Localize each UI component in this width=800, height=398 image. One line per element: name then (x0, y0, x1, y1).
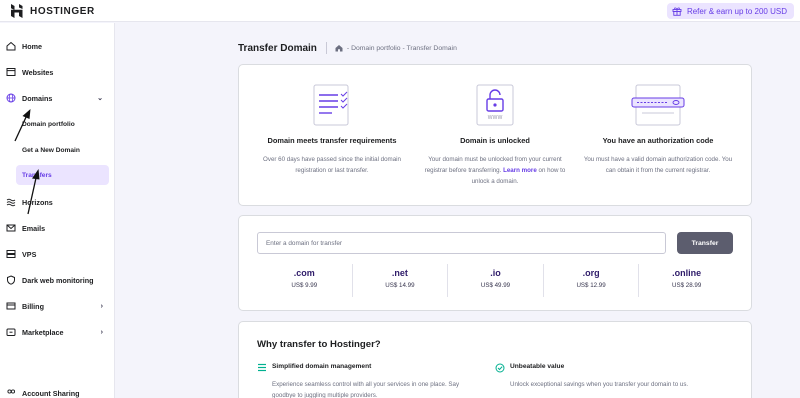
check-badge-icon (495, 363, 505, 373)
tld-price-list: .com US$ 9.99 .net US$ 14.99 .io US$ 49.… (257, 264, 734, 297)
breadcrumb-trail[interactable]: - Domain portfolio - Transfer Domain (347, 45, 457, 52)
requirement-description: You must have a valid domain authorizati… (583, 156, 733, 174)
brand-name: HOSTINGER (30, 5, 95, 17)
refer-earn-button[interactable]: Refer & earn up to 200 USD (666, 3, 794, 19)
chevron-up-icon: ⌄ (97, 95, 103, 102)
sidebar-item-horizons[interactable]: Horizons (0, 190, 115, 214)
home-icon[interactable] (335, 44, 343, 52)
header-divider (325, 42, 327, 54)
store-icon (6, 328, 16, 336)
why-transfer-title: Why transfer to Hostinger? (257, 339, 381, 350)
tld-price: US$ 12.99 (576, 282, 606, 289)
checklist-illustration-icon (313, 84, 349, 126)
sidebar-item-label: Emails (22, 223, 46, 233)
sidebar-item-vps[interactable]: VPS (0, 242, 115, 266)
sidebar-item-label: Marketplace (22, 327, 64, 337)
page-header: Transfer Domain - Domain portfolio - Tra… (238, 42, 457, 54)
chevron-right-icon: › (100, 302, 103, 310)
sidebar-item-label: Websites (22, 67, 54, 77)
feature-description: Unlock exceptional savings when you tran… (510, 381, 689, 388)
tld-item: .io US$ 49.99 (447, 264, 543, 297)
transfer-form-card: Enter a domain for transfer Transfer .co… (238, 215, 752, 311)
sidebar-item-label: Billing (22, 301, 44, 311)
requirement-title: Domain meets transfer requirements (267, 136, 397, 145)
requirement-title: You have an authorization code (602, 136, 714, 145)
sidebar-item-label: Domains (22, 93, 53, 103)
sidebar-item-account-sharing[interactable]: Account Sharing (0, 381, 115, 398)
globe-icon (6, 93, 16, 103)
browser-icon (6, 68, 16, 76)
sidebar-item-dark-web-monitoring[interactable]: Dark web monitoring (0, 268, 115, 292)
sidebar-item-label: Home (22, 41, 42, 51)
server-icon (6, 250, 16, 258)
hostinger-logo-icon (11, 4, 23, 18)
tld-extension: .online (672, 268, 702, 278)
svg-text:WWW: WWW (488, 115, 503, 121)
sidebar-subitem-label: Get a New Domain (22, 146, 80, 154)
shield-icon (7, 275, 15, 285)
tld-extension: .net (391, 268, 408, 278)
sidebar-subitem-get-new-domain[interactable]: Get a New Domain (16, 140, 109, 160)
users-icon (7, 389, 16, 394)
domain-transfer-input[interactable]: Enter a domain for transfer (257, 232, 666, 254)
horizons-icon (6, 198, 16, 207)
card-icon (6, 302, 16, 310)
sidebar-item-label: VPS (22, 249, 37, 259)
requirement-description: Over 60 days have passed since the initi… (263, 156, 401, 174)
sidebar-item-label: Account Sharing (22, 388, 80, 398)
tld-price: US$ 9.99 (291, 282, 318, 289)
breadcrumb: - Domain portfolio - Transfer Domain (335, 44, 457, 52)
sidebar-item-marketplace[interactable]: Marketplace › (0, 320, 115, 344)
top-bar: HOSTINGER Refer & earn up to 200 USD (0, 0, 800, 22)
hostinger-logo[interactable]: HOSTINGER (10, 4, 95, 18)
gift-icon (672, 7, 682, 16)
tld-price: US$ 28.99 (672, 282, 702, 289)
tld-extension: .org (582, 268, 600, 278)
sidebar-item-domains[interactable]: Domains ⌄ (0, 86, 115, 110)
requirement-title: Domain is unlocked (460, 136, 530, 145)
list-icon (258, 363, 266, 372)
tld-extension: .io (490, 268, 501, 278)
page-title: Transfer Domain (238, 42, 317, 54)
feature-title: Simplified domain management (272, 363, 372, 370)
requirement-description: Your domain must be unlocked from your c… (418, 154, 572, 187)
feature-title: Unbeatable value (510, 363, 565, 370)
annotation-arrow-down (27, 169, 40, 215)
sidebar-item-home[interactable]: Home (0, 34, 115, 58)
feature-description: Experience seamless control with all you… (272, 381, 460, 398)
refer-label: Refer & earn up to 200 USD (686, 6, 787, 16)
sidebar-item-label: Dark web monitoring (22, 275, 94, 285)
unlocked-domain-illustration-icon: WWW (476, 84, 514, 126)
learn-more-link[interactable]: Learn more (503, 167, 537, 174)
home-icon (6, 41, 16, 51)
sidebar: Home Websites Domains ⌄ Domain portfolio… (0, 23, 115, 398)
sidebar-item-emails[interactable]: Emails (0, 216, 115, 240)
tld-item: .online US$ 28.99 (638, 264, 734, 297)
tld-item: .net US$ 14.99 (351, 264, 448, 297)
annotation-arrow-up (14, 109, 31, 142)
tld-price: US$ 14.99 (385, 282, 415, 289)
tld-extension: .com (293, 268, 315, 278)
transfer-requirements-card: Domain meets transfer requirements Over … (238, 64, 752, 206)
tld-price: US$ 49.99 (480, 282, 511, 289)
mail-icon (6, 224, 16, 232)
tld-item: .org US$ 12.99 (542, 264, 639, 297)
sidebar-item-websites[interactable]: Websites (0, 60, 115, 84)
transfer-button[interactable]: Transfer (677, 232, 733, 254)
authorization-code-illustration-icon (631, 84, 685, 126)
tld-item: .com US$ 9.99 (257, 264, 352, 297)
sidebar-item-billing[interactable]: Billing › (0, 294, 115, 318)
why-transfer-card: Why transfer to Hostinger? Simplified do… (238, 321, 752, 398)
chevron-right-icon: › (100, 328, 103, 336)
